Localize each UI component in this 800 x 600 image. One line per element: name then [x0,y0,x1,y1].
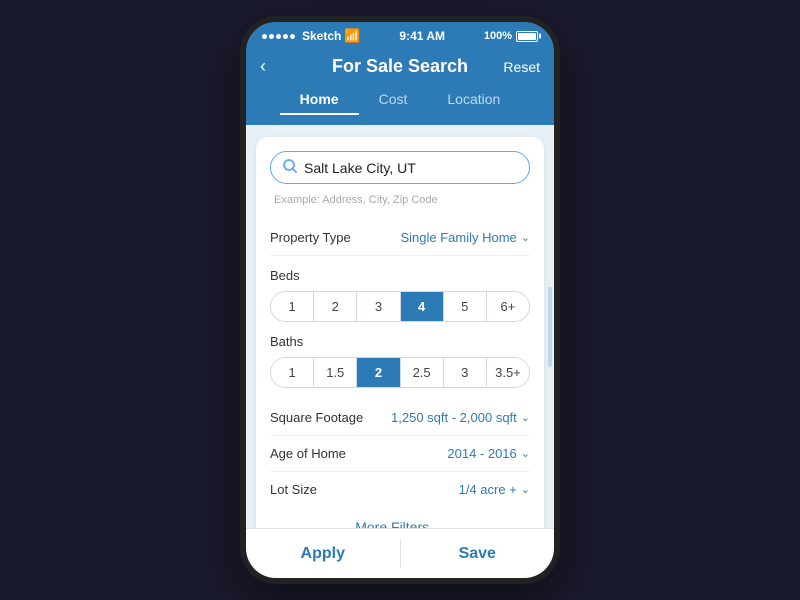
tab-home[interactable]: Home [280,87,359,115]
tab-cost[interactable]: Cost [359,87,428,115]
beds-option-5[interactable]: 5 [444,292,487,321]
phone-frame: Sketch 📶 9:41 AM 100% ‹ For Sale Search … [240,16,560,584]
status-left: Sketch 📶 [262,28,361,44]
property-type-value: Single Family Home ⌄ [400,230,530,245]
property-type-chevron: ⌄ [521,231,530,244]
age-of-home-chevron: ⌄ [521,447,530,460]
beds-section: Beds 1 2 3 4 5 6+ [270,268,530,322]
battery-label: 100% [484,30,512,42]
baths-section: Baths 1 1.5 2 2.5 3 3.5+ [270,334,530,388]
baths-button-group: 1 1.5 2 2.5 3 3.5+ [270,357,530,388]
back-button[interactable]: ‹ [260,56,266,77]
filter-card: Salt Lake City, UT Example: Address, Cit… [256,137,544,528]
wifi-icon: 📶 [344,28,360,44]
age-of-home-value: 2014 - 2016 ⌄ [447,446,530,461]
square-footage-value: 1,250 sqft - 2,000 sqft ⌄ [391,410,530,425]
status-time: 9:41 AM [399,29,445,43]
baths-option-3-5plus[interactable]: 3.5+ [487,358,529,387]
beds-option-6plus[interactable]: 6+ [487,292,529,321]
square-footage-label: Square Footage [270,410,363,425]
baths-option-2[interactable]: 2 [357,358,400,387]
scroll-indicator [548,287,552,367]
beds-option-2[interactable]: 2 [314,292,357,321]
age-of-home-label: Age of Home [270,446,346,461]
baths-option-1[interactable]: 1 [271,358,314,387]
main-content: Salt Lake City, UT Example: Address, Cit… [246,125,554,528]
reset-button[interactable]: Reset [503,59,540,75]
beds-label: Beds [270,268,530,283]
bottom-bar: Apply Save [246,528,554,578]
lot-size-row[interactable]: Lot Size 1/4 acre + ⌄ [270,472,530,507]
beds-option-1[interactable]: 1 [271,292,314,321]
age-of-home-row[interactable]: Age of Home 2014 - 2016 ⌄ [270,436,530,472]
square-footage-row[interactable]: Square Footage 1,250 sqft - 2,000 sqft ⌄ [270,400,530,436]
signal-dots [262,34,295,39]
nav-bar: ‹ For Sale Search Reset [246,48,554,87]
baths-label: Baths [270,334,530,349]
square-footage-chevron: ⌄ [521,411,530,424]
beds-button-group: 1 2 3 4 5 6+ [270,291,530,322]
beds-option-4[interactable]: 4 [401,292,444,321]
battery-fill [518,33,536,40]
tab-bar: Home Cost Location [246,87,554,125]
apply-button[interactable]: Apply [246,529,400,578]
beds-option-3[interactable]: 3 [357,292,400,321]
property-type-label: Property Type [270,230,351,245]
status-bar: Sketch 📶 9:41 AM 100% [246,22,554,48]
save-button[interactable]: Save [401,529,555,578]
search-value: Salt Lake City, UT [304,160,517,176]
more-filters-chevron: ⌄ [433,519,445,528]
more-filters-button[interactable]: More Filters ⌄ [270,507,530,528]
search-icon [283,159,297,176]
search-hint: Example: Address, City, Zip Code [270,194,530,206]
battery-icon [516,31,538,42]
carrier-label: Sketch [302,29,341,43]
baths-option-1-5[interactable]: 1.5 [314,358,357,387]
page-title: For Sale Search [332,56,468,77]
tab-location[interactable]: Location [427,87,520,115]
property-type-row[interactable]: Property Type Single Family Home ⌄ [270,220,530,256]
lot-size-value: 1/4 acre + ⌄ [459,482,530,497]
baths-option-2-5[interactable]: 2.5 [401,358,444,387]
search-input-wrap[interactable]: Salt Lake City, UT [270,151,530,184]
lot-size-label: Lot Size [270,482,317,497]
status-right: 100% [484,30,538,42]
lot-size-chevron: ⌄ [521,483,530,496]
baths-option-3[interactable]: 3 [444,358,487,387]
